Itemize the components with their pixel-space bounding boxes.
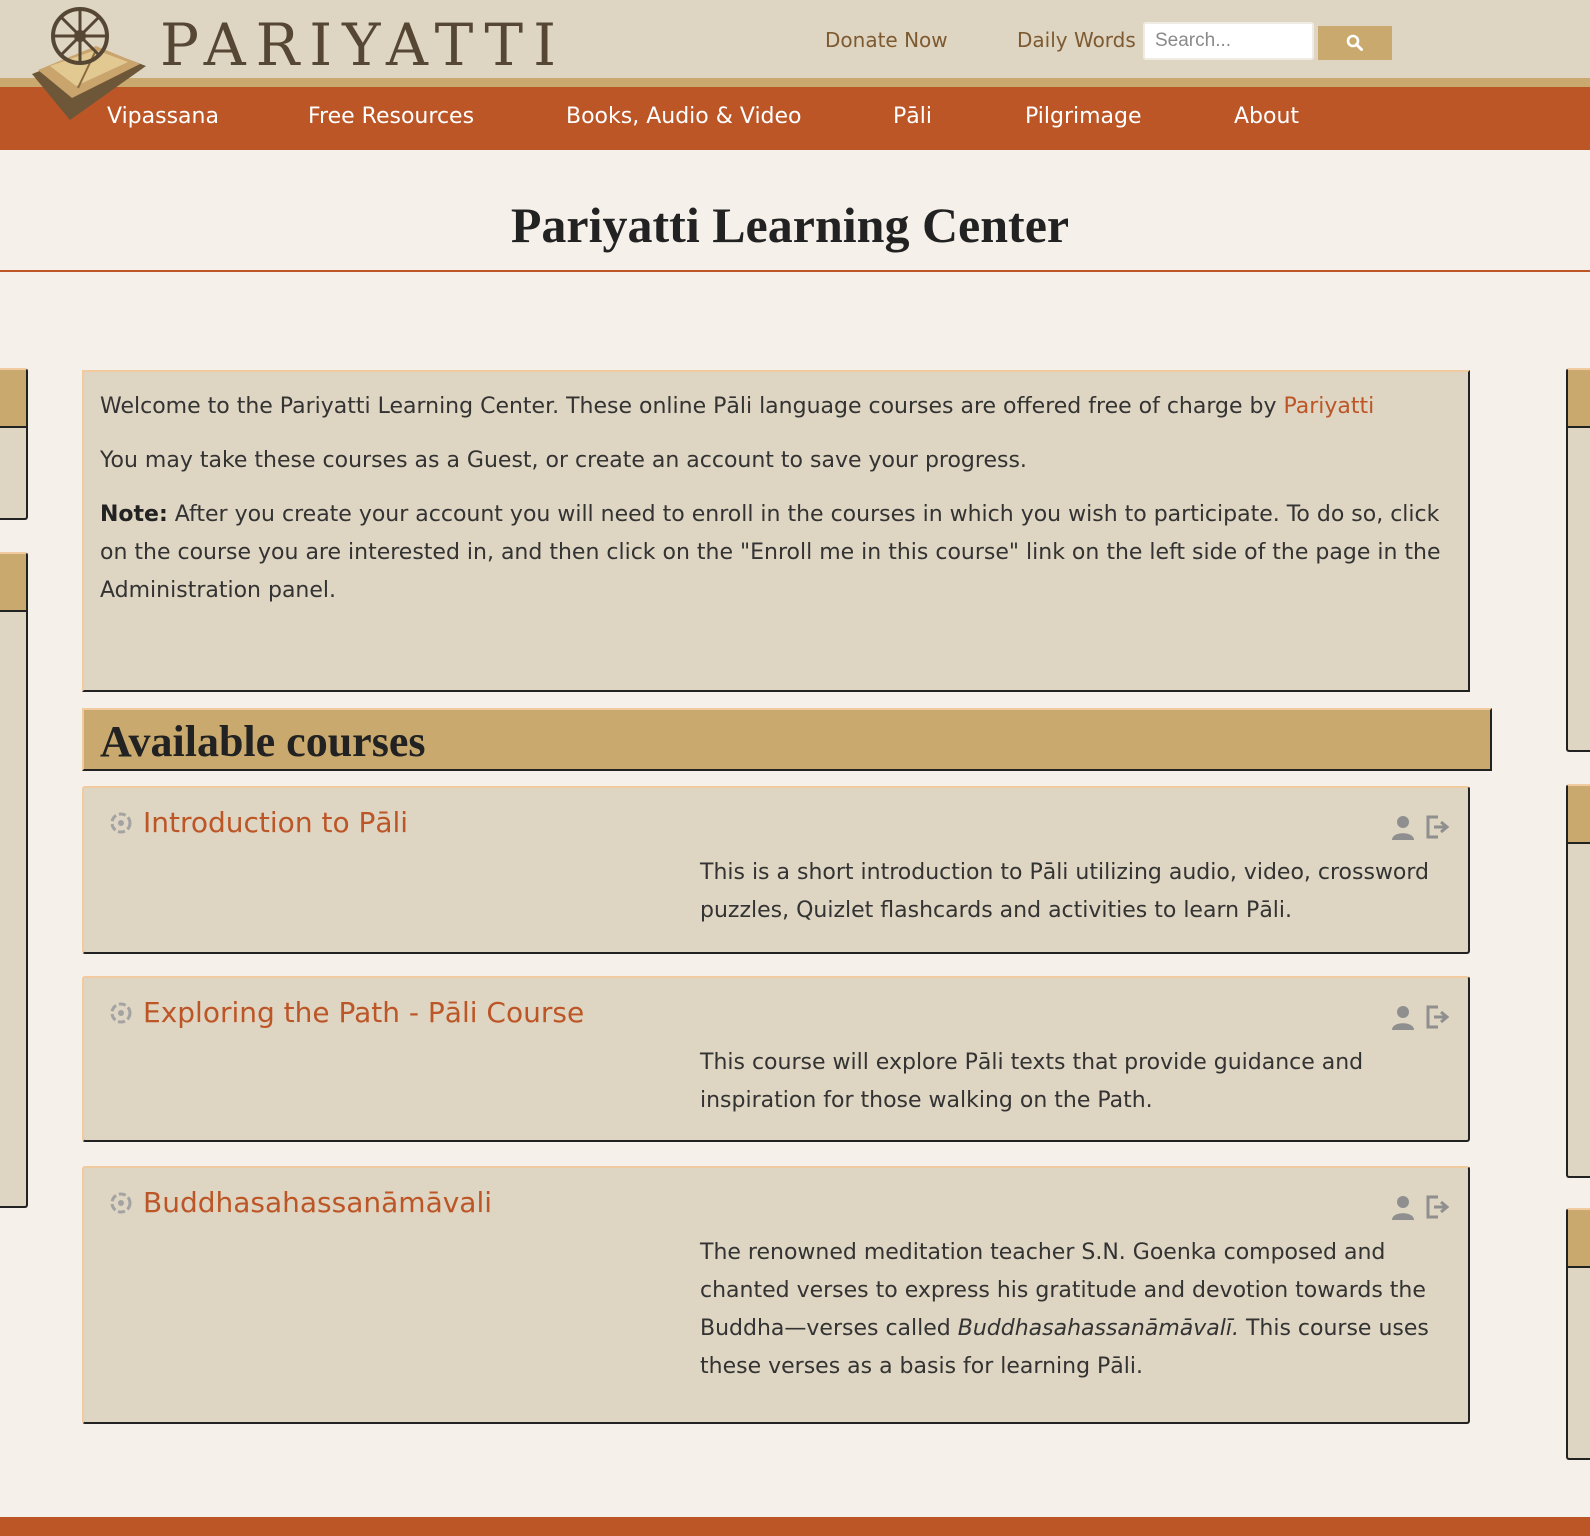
search-input[interactable] bbox=[1143, 22, 1314, 60]
course-icon bbox=[110, 812, 132, 833]
footer-bar bbox=[0, 1517, 1590, 1536]
course-access-icons bbox=[1390, 1004, 1450, 1030]
pariyatti-link[interactable]: Pariyatti bbox=[1283, 394, 1374, 419]
course-name-link[interactable]: Exploring the Path - Pāli Course bbox=[143, 996, 584, 1029]
course-title[interactable]: Exploring the Path - Pāli Course bbox=[108, 996, 584, 1029]
left-block-1 bbox=[0, 368, 28, 520]
course-box: Introduction to Pāli This is a short int… bbox=[82, 786, 1470, 954]
self-enrol-icon[interactable] bbox=[1424, 1194, 1450, 1220]
course-box: Exploring the Path - Pāli Course This co… bbox=[82, 976, 1470, 1142]
donate-now-link[interactable]: Donate Now bbox=[825, 28, 948, 52]
course-name-link[interactable]: Introduction to Pāli bbox=[143, 806, 408, 839]
welcome-guest-text: You may take these courses as a Guest, o… bbox=[100, 448, 1027, 473]
left-block-1-header bbox=[0, 370, 26, 428]
welcome-intro-text: Welcome to the Pariyatti Learning Center… bbox=[100, 394, 1284, 419]
right-block-2 bbox=[1566, 784, 1590, 1178]
note-text: After you create your account you will n… bbox=[100, 502, 1441, 603]
course-summary: The renowned meditation teacher S.N. Goe… bbox=[700, 1234, 1452, 1386]
guest-access-icon[interactable] bbox=[1390, 1194, 1416, 1220]
guest-access-icon[interactable] bbox=[1390, 814, 1416, 840]
course-access-icons bbox=[1390, 1194, 1450, 1220]
welcome-intro: Welcome to the Pariyatti Learning Center… bbox=[100, 388, 1452, 426]
right-block-1-header bbox=[1568, 370, 1590, 428]
course-icon bbox=[110, 1192, 132, 1213]
course-title[interactable]: Buddhasahassanāmāvali bbox=[108, 1186, 492, 1219]
site-logo-text[interactable]: PARIYATTI bbox=[160, 10, 566, 80]
main-nav: Vipassana Free Resources Books, Audio & … bbox=[0, 87, 1590, 150]
course-title[interactable]: Introduction to Pāli bbox=[108, 806, 408, 839]
welcome-box: Welcome to the Pariyatti Learning Center… bbox=[82, 370, 1470, 692]
nav-item-about[interactable]: About bbox=[1234, 104, 1299, 129]
daily-words-link[interactable]: Daily Words bbox=[1017, 28, 1136, 52]
title-divider bbox=[0, 270, 1590, 272]
right-block-1 bbox=[1566, 368, 1590, 752]
page-title: Pariyatti Learning Center bbox=[510, 197, 1070, 253]
nav-item-free-resources[interactable]: Free Resources bbox=[308, 104, 474, 129]
course-icon bbox=[110, 1002, 132, 1023]
guest-access-icon[interactable] bbox=[1390, 1004, 1416, 1030]
nav-item-books-audio-video[interactable]: Books, Audio & Video bbox=[566, 104, 802, 129]
search-icon bbox=[1346, 34, 1363, 51]
self-enrol-icon[interactable] bbox=[1424, 1004, 1450, 1030]
note-label: Note: bbox=[100, 502, 168, 527]
right-block-3-header bbox=[1568, 1210, 1590, 1268]
nav-item-pali[interactable]: Pāli bbox=[893, 104, 932, 129]
available-courses-heading: Available courses bbox=[82, 708, 1492, 771]
welcome-note: Note: After you create your account you … bbox=[100, 496, 1452, 610]
right-block-3 bbox=[1566, 1208, 1590, 1460]
self-enrol-icon[interactable] bbox=[1424, 814, 1450, 840]
course-name-link[interactable]: Buddhasahassanāmāvali bbox=[143, 1186, 492, 1219]
course-summary-italic: Buddhasahassanāmāvalī. bbox=[957, 1316, 1239, 1341]
dharma-wheel-book-logo-icon[interactable] bbox=[28, 2, 154, 120]
nav-item-pilgrimage[interactable]: Pilgrimage bbox=[1025, 104, 1142, 129]
left-block-2 bbox=[0, 552, 28, 1208]
course-access-icons bbox=[1390, 814, 1450, 840]
search-button[interactable] bbox=[1318, 26, 1392, 60]
course-box: Buddhasahassanāmāvali The renowned medit… bbox=[82, 1166, 1470, 1424]
course-summary: This course will explore Pāli texts that… bbox=[700, 1050, 1364, 1113]
right-block-2-header bbox=[1568, 786, 1590, 844]
course-summary: This is a short introduction to Pāli uti… bbox=[700, 860, 1430, 923]
left-block-2-header bbox=[0, 554, 26, 612]
